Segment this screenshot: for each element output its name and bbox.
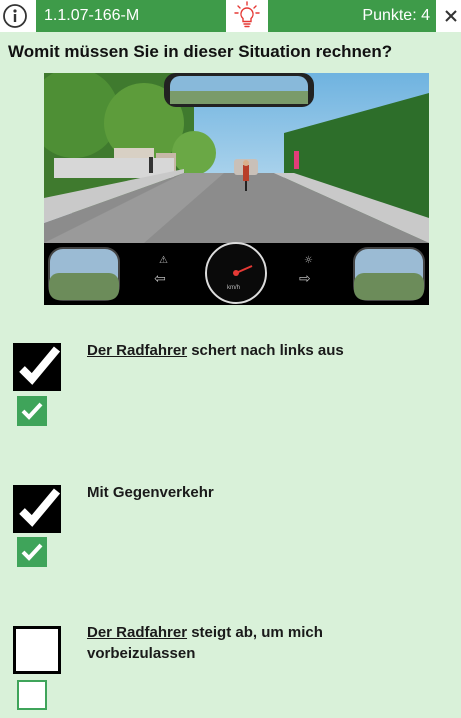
question-id: 1.1.07-166-M xyxy=(36,0,226,32)
answer-checkbox-unchecked[interactable] xyxy=(13,626,61,674)
answer-text: Der Radfahrer steigt ab, um mich vorbeiz… xyxy=(87,624,323,662)
top-bar: 1.1.07-166-M Punkte: 4 xyxy=(0,0,461,32)
solution-box-empty xyxy=(17,680,47,710)
close-icon[interactable] xyxy=(440,0,461,32)
points-display: Punkte: 4 xyxy=(268,0,436,32)
speedometer-unit: km/h xyxy=(227,285,241,291)
svg-text:⚠: ⚠ xyxy=(159,255,168,266)
answer-text: Mit Gegenverkehr xyxy=(87,484,214,501)
svg-text:☼: ☼ xyxy=(304,255,313,266)
term-link[interactable]: Der Radfahrer xyxy=(87,624,187,641)
answer-option-3[interactable]: Der Radfahrer steigt ab, um mich vorbeiz… xyxy=(0,621,461,716)
answer-text: Der Radfahrer schert nach links aus xyxy=(87,342,344,359)
term-link[interactable]: Der Radfahrer xyxy=(87,342,187,359)
answer-option-2[interactable]: Mit Gegenverkehr xyxy=(0,479,461,574)
info-icon[interactable] xyxy=(2,3,28,29)
lightbulb-icon[interactable] xyxy=(227,0,267,32)
situation-image: ⚠ ⇦ ⇨ ☼ km/h xyxy=(29,68,429,305)
question-text: Womit müssen Sie in dieser Situation rec… xyxy=(8,42,393,61)
correct-check-icon xyxy=(17,396,47,426)
answer-option-1[interactable]: Der Radfahrer schert nach links aus xyxy=(0,337,461,432)
answer-checkbox-checked[interactable] xyxy=(13,485,61,533)
answer-checkbox-checked[interactable] xyxy=(13,343,61,391)
svg-text:⇨: ⇨ xyxy=(299,271,311,287)
svg-text:⇦: ⇦ xyxy=(154,271,166,287)
correct-check-icon xyxy=(17,537,47,567)
